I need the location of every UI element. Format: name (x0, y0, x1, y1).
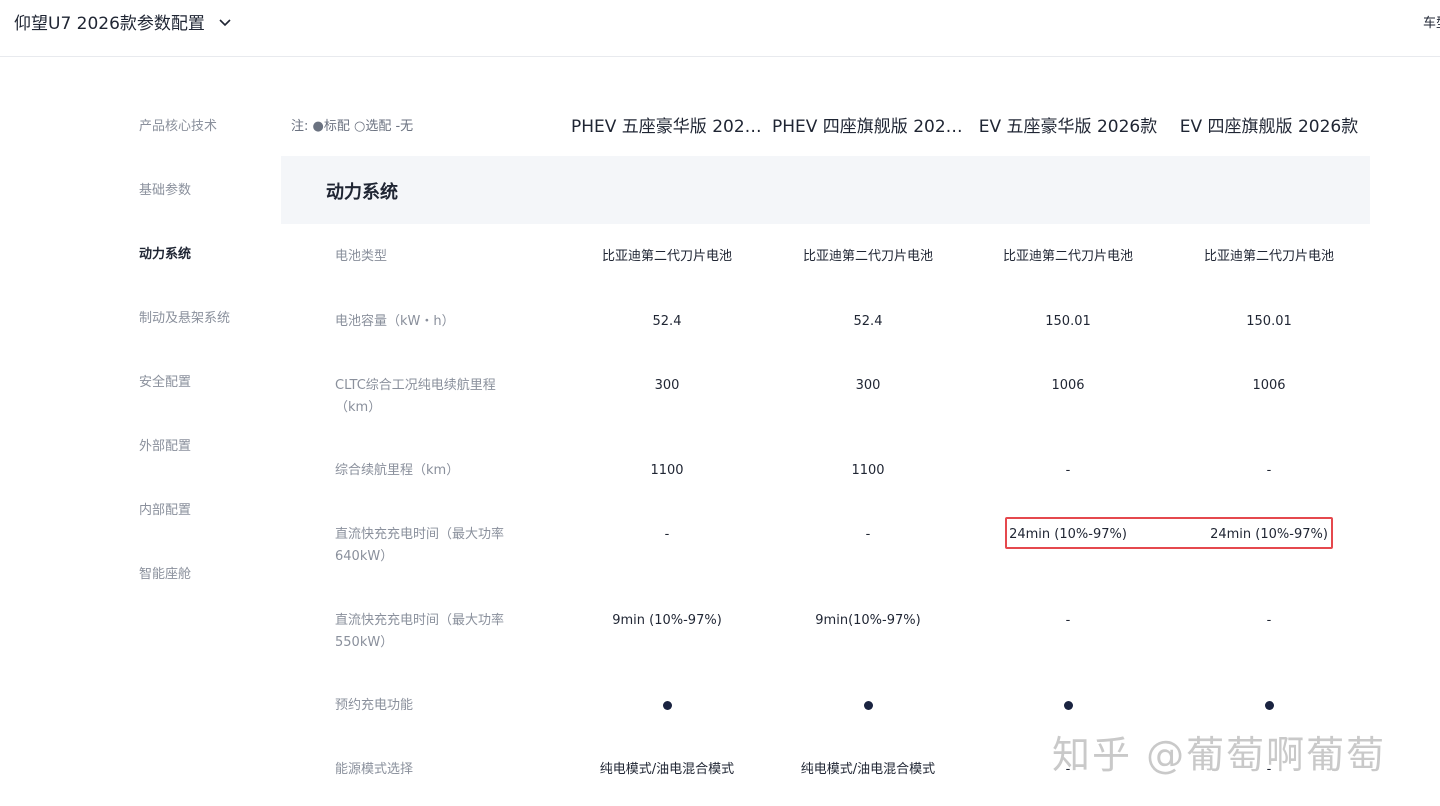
row-label: 电池类型 (335, 249, 388, 264)
sidebar-item-smart-cabin[interactable]: 智能座舱 (139, 563, 191, 582)
table-cell: 1006 (1051, 378, 1085, 393)
table-cell: 300 (654, 378, 680, 393)
sidebar-item-interior[interactable]: 内部配置 (139, 499, 191, 518)
standard-dot-icon (567, 695, 767, 717)
column-header-ev-4seat: EV 四座旗舰版 2026款 (1179, 117, 1359, 137)
chevron-down-icon (219, 18, 231, 26)
row-label: 预约充电功能 (335, 698, 414, 713)
row-label: 直流快充充电时间（最大功率640kW） (335, 527, 505, 564)
table-cell: - (1065, 463, 1071, 478)
row-label: 能源模式选择 (335, 762, 414, 777)
page-title: 仰望U7 2026款参数配置 (14, 14, 205, 34)
table-cell: 300 (855, 378, 881, 393)
table-cell: 9min (10%-97%) (612, 613, 722, 628)
table-cell: - (1266, 463, 1272, 478)
table-cell: - (1065, 613, 1071, 628)
column-header-ev-5seat: EV 五座豪华版 2026款 (978, 117, 1158, 137)
table-cell: 比亚迪第二代刀片电池 (1203, 249, 1334, 264)
table-cell: 比亚迪第二代刀片电池 (802, 249, 933, 264)
sidebar-item-powertrain[interactable]: 动力系统 (139, 243, 191, 262)
table-cell: 9min(10%-97%) (815, 613, 921, 628)
table-cell: 1006 (1252, 378, 1286, 393)
legend-note: 注: ●标配 ○选配 -无 (291, 119, 414, 134)
top-right-link[interactable]: 车型 (1423, 12, 1440, 31)
table-cell: 150.01 (1246, 314, 1292, 329)
column-header-phev-5seat: PHEV 五座豪华版 2026款 (571, 117, 763, 137)
table-cell: - (1266, 613, 1272, 628)
row-label: 综合续航里程（km） (335, 463, 460, 478)
table-cell: 150.01 (1045, 314, 1091, 329)
column-header-phev-4seat: PHEV 四座旗舰版 2026款 (772, 117, 964, 137)
highlight-box (1005, 517, 1333, 549)
table-cell: 52.4 (652, 314, 682, 329)
table-cell: 1100 (650, 463, 684, 478)
model-selector[interactable]: 仰望U7 2026款参数配置 (14, 9, 233, 34)
sidebar-item-safety[interactable]: 安全配置 (139, 371, 191, 390)
table-cell: 52.4 (853, 314, 883, 329)
row-label: CLTC综合工况纯电续航里程（km） (335, 378, 496, 415)
section-title: 动力系统 (326, 182, 398, 203)
watermark: 知乎 @葡萄啊葡萄 (1052, 733, 1387, 777)
table-cell: 1100 (851, 463, 885, 478)
sidebar-item-exterior[interactable]: 外部配置 (139, 435, 191, 454)
sidebar-item-basic-params[interactable]: 基础参数 (139, 179, 191, 198)
table-cell: 比亚迪第二代刀片电池 (601, 249, 732, 264)
table-cell: 纯电模式/油电混合模式 (599, 762, 735, 777)
top-bar: 仰望U7 2026款参数配置 车型 (0, 0, 1440, 57)
standard-dot-icon (768, 695, 968, 717)
section-header: 动力系统 (281, 156, 1370, 224)
standard-dot-icon (1169, 695, 1369, 717)
table-cell: 纯电模式/油电混合模式 (800, 762, 936, 777)
row-label: 电池容量（kW・h） (335, 314, 455, 329)
sidebar-item-core-tech[interactable]: 产品核心技术 (139, 115, 217, 134)
row-label: 直流快充充电时间（最大功率550kW） (335, 613, 505, 650)
table-cell: - (664, 527, 670, 542)
table-cell: - (865, 527, 871, 542)
table-cell: 比亚迪第二代刀片电池 (1002, 249, 1133, 264)
standard-dot-icon (968, 695, 1168, 717)
sidebar-item-brake-suspension[interactable]: 制动及悬架系统 (139, 307, 230, 326)
